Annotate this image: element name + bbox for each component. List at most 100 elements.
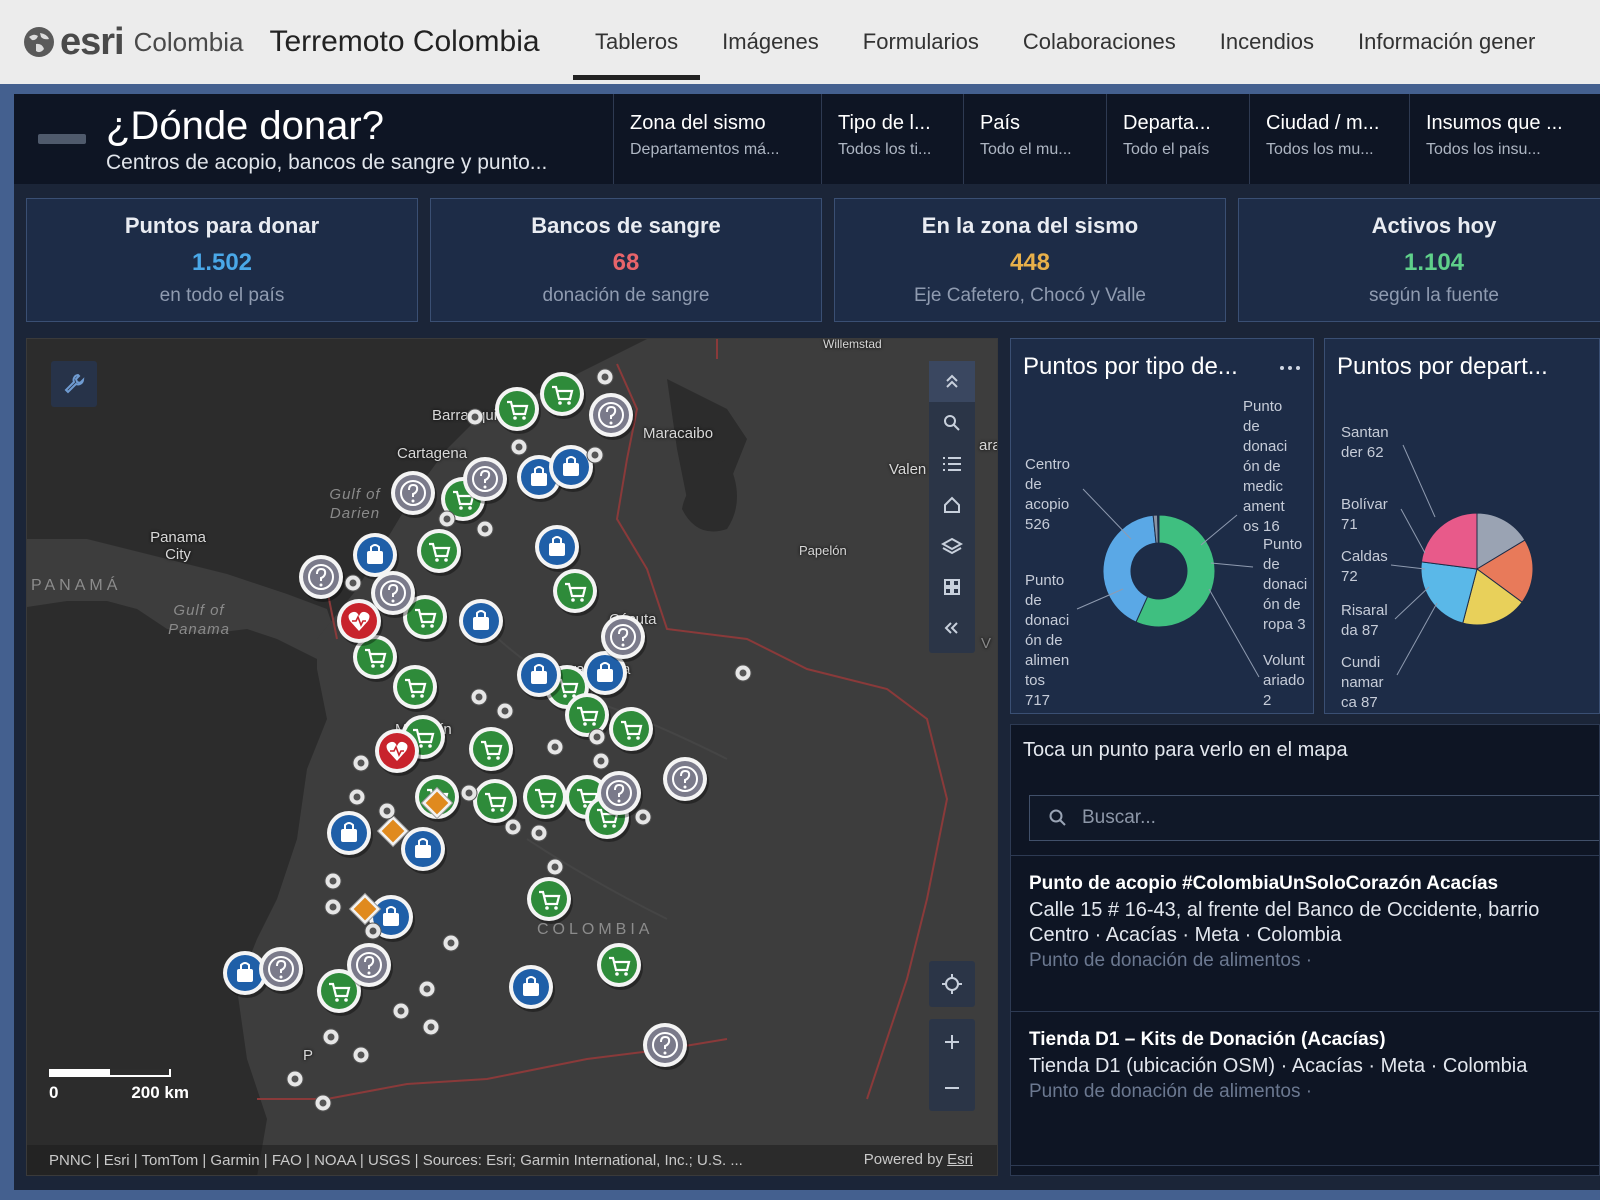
map-marker[interactable] — [322, 1028, 340, 1046]
map-marker[interactable] — [530, 824, 548, 842]
layers-button[interactable] — [929, 525, 975, 566]
map-marker[interactable] — [470, 688, 488, 706]
brand-country-text: Colombia — [133, 26, 244, 57]
map-tools-button[interactable] — [51, 361, 97, 407]
map-marker[interactable] — [466, 408, 484, 426]
pie-slice-label-line: de — [1025, 476, 1042, 493]
map-marker[interactable] — [609, 707, 655, 754]
home-button[interactable] — [929, 484, 975, 525]
map-marker[interactable] — [352, 754, 370, 772]
map-marker[interactable] — [469, 727, 515, 774]
map-marker[interactable] — [442, 934, 460, 952]
map-marker[interactable] — [496, 702, 514, 720]
kpi-note: donación de sangre — [542, 285, 710, 306]
map-marker[interactable] — [392, 1002, 410, 1020]
map-marker[interactable] — [401, 827, 447, 874]
map-marker[interactable] — [324, 898, 342, 916]
map-marker[interactable] — [527, 877, 573, 924]
legend-button[interactable] — [929, 443, 975, 484]
list-search-box — [1029, 795, 1599, 841]
map-marker[interactable] — [418, 980, 436, 998]
map-search-button[interactable] — [929, 402, 975, 443]
collapse-toolbar-button[interactable] — [929, 607, 975, 648]
pie-slice-label: Santan der 62 — [1341, 423, 1389, 463]
tab-informacion-general[interactable]: Información gener — [1336, 0, 1557, 84]
filter-value: Todo el mu... — [980, 141, 1072, 158]
map-marker[interactable] — [663, 757, 709, 804]
kpi-bancos-de-sangre: Bancos de sangre 68 donación de sangre — [430, 198, 822, 322]
map-marker[interactable] — [546, 738, 564, 756]
list-item[interactable]: Tienda D1 – Kits de Donación (Acacías) T… — [1011, 1029, 1599, 1103]
kpi-value: 448 — [1009, 249, 1051, 276]
pie-leader-line — [1390, 564, 1426, 570]
filter-ciudad[interactable]: Ciudad / m... Todos los mu... — [1250, 94, 1410, 184]
map-marker[interactable] — [460, 784, 478, 802]
map-marker[interactable] — [324, 872, 342, 890]
map-marker[interactable] — [596, 368, 614, 386]
map-view[interactable]: Barranquilla Cartagena Maracaibo Valen a… — [26, 338, 998, 1176]
collapse-up-button[interactable] — [929, 361, 975, 402]
pie-slice[interactable] — [1157, 514, 1160, 544]
zoom-in-button[interactable] — [929, 1019, 975, 1065]
map-marker[interactable] — [517, 653, 563, 700]
map-marker[interactable] — [327, 811, 373, 858]
tab-formularios[interactable]: Formularios — [841, 0, 1001, 84]
powered-by-esri[interactable]: Powered by Esri — [864, 1151, 973, 1168]
map-marker[interactable] — [540, 372, 586, 419]
map-marker[interactable] — [504, 818, 522, 836]
map-marker[interactable] — [364, 922, 382, 940]
map-marker[interactable] — [422, 1018, 440, 1036]
pie-slice-label-line: da 87 — [1341, 622, 1379, 639]
map-marker[interactable] — [459, 599, 505, 646]
esri-colombia-logo[interactable]: esri Colombia — [22, 21, 243, 64]
map-marker[interactable] — [417, 529, 463, 576]
tab-colaboraciones[interactable]: Colaboraciones — [1001, 0, 1198, 84]
map-marker[interactable] — [634, 808, 652, 826]
map-marker[interactable] — [348, 788, 366, 806]
tab-incendios[interactable]: Incendios — [1198, 0, 1336, 84]
map-marker[interactable] — [378, 802, 396, 820]
map-marker[interactable] — [523, 775, 569, 822]
pie-slice-label-line: Santan — [1341, 424, 1389, 441]
filter-label: País — [980, 112, 1021, 134]
map-marker[interactable] — [344, 574, 362, 592]
map-marker[interactable] — [391, 471, 437, 518]
tab-imagenes[interactable]: Imágenes — [700, 0, 841, 84]
map-marker[interactable] — [586, 446, 604, 464]
map-marker[interactable] — [734, 664, 752, 682]
map-marker[interactable] — [510, 438, 528, 456]
map-marker[interactable] — [286, 1070, 304, 1088]
search-input[interactable] — [1082, 807, 1562, 829]
scale-bar-graphic — [49, 1069, 171, 1077]
map-marker[interactable] — [393, 665, 439, 712]
map-marker[interactable] — [509, 965, 555, 1012]
pie-slice-label-line: os 16 — [1243, 518, 1280, 535]
map-marker[interactable] — [597, 943, 643, 990]
tab-tableros[interactable]: Tableros — [573, 0, 701, 84]
filter-tipo[interactable]: Tipo de l... Todos los ti... — [822, 94, 964, 184]
pie-slice[interactable] — [1420, 512, 1478, 570]
zoom-out-button[interactable] — [929, 1065, 975, 1111]
map-marker[interactable] — [546, 858, 564, 876]
map-marker[interactable] — [495, 387, 541, 434]
map-marker[interactable] — [535, 525, 581, 572]
map-marker[interactable] — [643, 1023, 689, 1070]
map-marker[interactable] — [352, 1046, 370, 1064]
map-marker[interactable] — [592, 752, 610, 770]
map-marker[interactable] — [314, 1094, 332, 1112]
map-marker[interactable] — [589, 393, 635, 440]
filter-pais[interactable]: País Todo el mu... — [964, 94, 1107, 184]
list-item-type: Punto de donación de alimentos · — [1029, 1081, 1313, 1102]
list-item[interactable]: Punto de acopio #ColombiaUnSoloCorazón A… — [1011, 873, 1599, 972]
basemap-gallery-button[interactable] — [929, 566, 975, 607]
map-attribution[interactable]: PNNC | Esri | TomTom | Garmin | FAO | NO… — [27, 1145, 997, 1175]
filter-zona-del-sismo[interactable]: Zona del sismo Departamentos má... — [614, 94, 822, 184]
map-marker[interactable] — [438, 510, 456, 528]
map-marker[interactable] — [476, 520, 494, 538]
filter-departamento[interactable]: Departa... Todo el país — [1107, 94, 1250, 184]
locate-button[interactable] — [929, 961, 975, 1007]
map-marker[interactable] — [299, 555, 345, 602]
map-marker[interactable] — [588, 728, 606, 746]
map-marker[interactable] — [553, 569, 599, 616]
filter-insumos[interactable]: Insumos que ... Todos los insu... — [1410, 94, 1600, 184]
